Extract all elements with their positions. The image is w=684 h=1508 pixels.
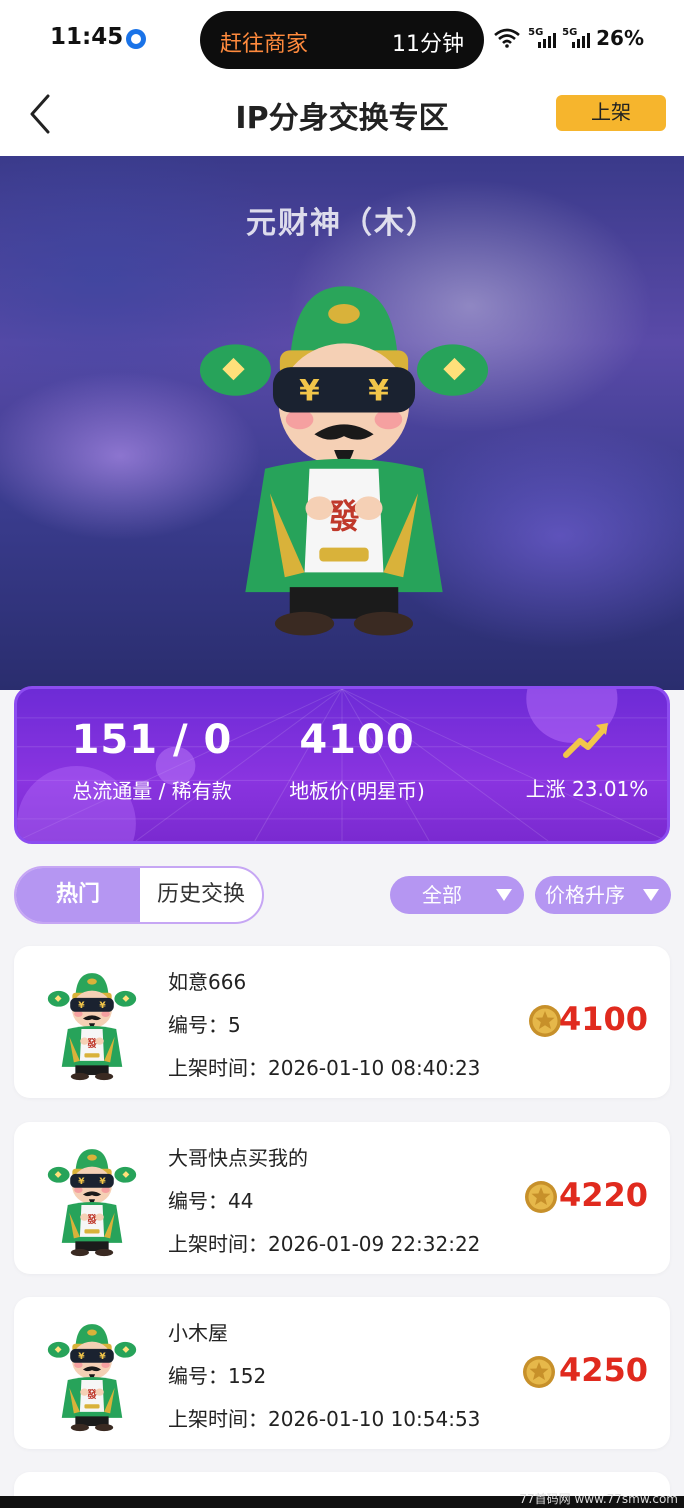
circulation-stat: 151 / 0 总流通量 / 稀有款	[37, 717, 267, 804]
listing-price: 4220	[558, 1176, 648, 1214]
coin-icon	[522, 1355, 556, 1389]
category-dropdown-label: 全部	[422, 883, 462, 907]
listing-title: 如意666	[168, 970, 247, 994]
trend-label: 上涨 23.01%	[525, 777, 649, 801]
category-dropdown[interactable]: 全部	[390, 876, 524, 914]
status-indicators: 5G 5G 26%	[494, 26, 644, 50]
battery-level: 26%	[596, 26, 644, 50]
listing-title: 小木屋	[168, 1321, 228, 1345]
listing-id: 编号：152	[168, 1364, 267, 1388]
app-notification-icon	[126, 29, 146, 49]
listing-thumbnail	[42, 964, 142, 1082]
app-header: IP分身交换专区 上架	[0, 80, 684, 156]
listing-id: 编号：5	[168, 1013, 241, 1037]
listing-time: 上架时间：2026-01-10 10:54:53	[168, 1407, 481, 1431]
floor-price-stat: 4100 地板价(明星币)	[267, 717, 447, 804]
chevron-down-icon	[496, 889, 512, 901]
listing-id: 编号：44	[168, 1189, 254, 1213]
trend-stat: 上涨 23.01%	[487, 717, 667, 802]
listing-card[interactable]: 大哥快点买我的 编号：44 上架时间：2026-01-09 22:32:22 4…	[14, 1122, 670, 1274]
tab-history[interactable]: 历史交换	[140, 868, 262, 922]
ip-name: 元财神（木）	[246, 206, 438, 241]
sort-dropdown[interactable]: 价格升序	[535, 876, 671, 914]
circulation-value: 151 / 0	[71, 717, 233, 763]
tab-hot[interactable]: 热门	[16, 868, 140, 922]
floor-price-label: 地板价(明星币)	[289, 779, 425, 803]
list-item-button[interactable]: 上架	[556, 95, 666, 131]
coin-icon	[528, 1004, 562, 1038]
trend-up-icon	[563, 723, 608, 758]
live-activity-eta: 11分钟	[392, 32, 464, 57]
listing-tabs: 热门 历史交换	[14, 866, 264, 924]
live-activity-status: 赶往商家	[220, 32, 309, 57]
listing-price: 4100	[558, 1000, 648, 1038]
coin-icon	[524, 1180, 558, 1214]
signal-icon: 5G	[528, 28, 557, 48]
chevron-down-icon	[643, 889, 659, 901]
sort-dropdown-label: 价格升序	[545, 883, 625, 907]
circulation-label: 总流通量 / 稀有款	[72, 779, 232, 803]
listing-thumbnail	[42, 1315, 142, 1433]
wifi-icon	[494, 28, 520, 48]
listing-card[interactable]: 如意666 编号：5 上架时间：2026-01-10 08:40:23 4100	[14, 946, 670, 1098]
listing-time: 上架时间：2026-01-10 08:40:23	[168, 1056, 481, 1080]
floor-price-value: 4100	[299, 717, 415, 763]
status-time: 11:45	[50, 24, 124, 50]
cai-shen-figure-image	[196, 254, 492, 644]
watermark: 77首码网 www.77smw.com	[519, 1492, 678, 1506]
live-activity-pill[interactable]: 赶往商家 11分钟	[200, 11, 484, 69]
listing-title: 大哥快点买我的	[168, 1146, 308, 1170]
hero-banner: 元财神（木）	[0, 156, 684, 690]
signal-icon-2: 5G	[562, 28, 591, 48]
market-stats-panel: 151 / 0 总流通量 / 稀有款 4100 地板价(明星币) 上涨 23.0…	[14, 686, 670, 844]
listing-thumbnail	[42, 1140, 142, 1258]
listing-time: 上架时间：2026-01-09 22:32:22	[168, 1232, 481, 1256]
listing-card[interactable]: 小木屋 编号：152 上架时间：2026-01-10 10:54:53 4250	[14, 1297, 670, 1449]
status-bar: 11:45 赶往商家 11分钟 5G 5G 26%	[0, 0, 684, 80]
listing-price: 4250	[558, 1351, 648, 1389]
